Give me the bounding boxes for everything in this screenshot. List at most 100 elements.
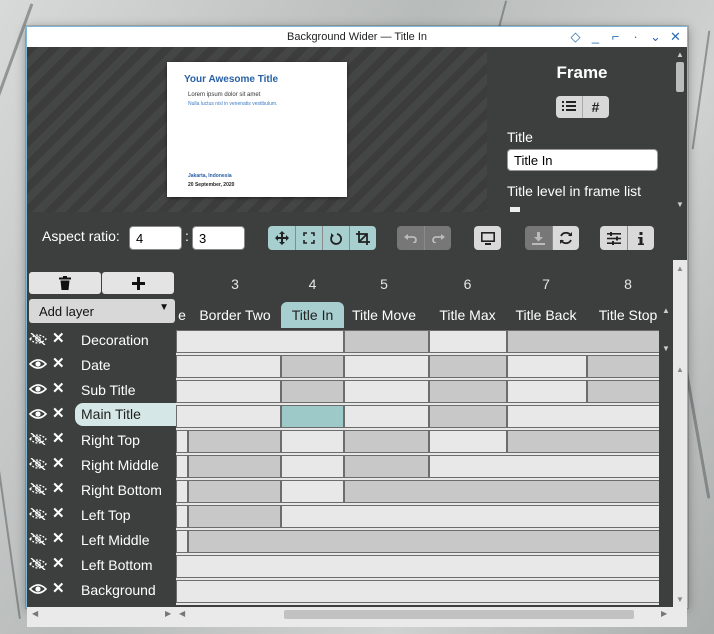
sliders-icon[interactable] bbox=[600, 226, 627, 250]
rotate-icon[interactable] bbox=[322, 226, 349, 250]
layer-row[interactable]: ✕ Background bbox=[27, 577, 176, 602]
timeline-cell[interactable] bbox=[429, 455, 673, 478]
remove-layer-icon[interactable]: ✕ bbox=[52, 579, 65, 597]
timeline-cell[interactable] bbox=[507, 430, 673, 453]
undo-icon[interactable] bbox=[397, 226, 424, 250]
timeline-header-scrollbar[interactable]: ▲ ▼ bbox=[659, 260, 673, 607]
aspect-width-input[interactable] bbox=[129, 226, 182, 250]
frame-tab[interactable]: Title Max bbox=[431, 302, 504, 328]
layer-row[interactable]: ✕ Left Top bbox=[27, 502, 176, 527]
download-icon[interactable] bbox=[525, 226, 552, 250]
timeline-cell[interactable] bbox=[507, 355, 587, 378]
add-layer-dropdown[interactable]: Add layer ▼ bbox=[29, 299, 175, 323]
eye-icon[interactable] bbox=[28, 357, 48, 371]
timeline-cell[interactable] bbox=[429, 430, 507, 453]
timeline-cell[interactable] bbox=[429, 355, 507, 378]
sticky-icon[interactable]: · bbox=[628, 29, 643, 44]
slide-canvas[interactable]: Your Awesome Title Lorem ipsum dolor sit… bbox=[167, 62, 347, 197]
timeline-cell[interactable] bbox=[281, 505, 673, 528]
timeline-cell[interactable] bbox=[188, 480, 281, 503]
timeline-cell[interactable] bbox=[176, 355, 281, 378]
frame-tab[interactable]: Title Move bbox=[344, 302, 424, 328]
timeline-cell[interactable] bbox=[429, 405, 507, 428]
refresh-icon[interactable] bbox=[552, 226, 579, 250]
layers-hscrollbar[interactable]: ◀ ▶ bbox=[27, 607, 176, 622]
timeline-cell[interactable] bbox=[344, 455, 429, 478]
timeline-cell[interactable] bbox=[281, 355, 344, 378]
chevron-down-icon[interactable]: ⌄ bbox=[648, 29, 663, 44]
eye-slash-icon[interactable] bbox=[29, 332, 47, 346]
remove-layer-icon[interactable]: ✕ bbox=[52, 404, 65, 422]
timeline-cell[interactable] bbox=[344, 430, 429, 453]
timeline-cell[interactable] bbox=[176, 430, 188, 453]
timeline-cell[interactable] bbox=[429, 330, 507, 353]
timeline-cell[interactable] bbox=[176, 480, 188, 503]
timeline-cell[interactable] bbox=[507, 380, 587, 403]
timeline-cell[interactable] bbox=[344, 480, 673, 503]
timeline-cell[interactable] bbox=[281, 480, 344, 503]
remove-layer-icon[interactable]: ✕ bbox=[52, 554, 65, 572]
eye-slash-icon[interactable] bbox=[29, 532, 47, 546]
timeline-cell[interactable] bbox=[188, 505, 281, 528]
shade-icon[interactable]: ◇ bbox=[568, 29, 583, 44]
eye-slash-icon[interactable] bbox=[29, 557, 47, 571]
timeline-cell[interactable] bbox=[281, 430, 344, 453]
remove-layer-icon[interactable]: ✕ bbox=[52, 504, 65, 522]
layer-row[interactable]: ✕ Left Middle bbox=[27, 527, 176, 552]
layer-row[interactable]: ✕ Right Bottom bbox=[27, 477, 176, 502]
timeline-cell[interactable] bbox=[344, 330, 429, 353]
minimize-icon[interactable]: _ bbox=[588, 29, 603, 44]
timeline-cell[interactable] bbox=[188, 430, 281, 453]
monitor-icon[interactable] bbox=[474, 226, 501, 250]
eye-icon[interactable] bbox=[28, 382, 48, 396]
delete-layer-button[interactable] bbox=[29, 272, 101, 294]
layer-row[interactable]: ✕ Date bbox=[27, 352, 176, 377]
timeline-cell[interactable] bbox=[176, 555, 673, 578]
timeline-cell[interactable] bbox=[344, 405, 429, 428]
frame-title-input[interactable] bbox=[507, 149, 658, 171]
timeline-cell[interactable] bbox=[281, 380, 344, 403]
timeline-cell[interactable] bbox=[507, 405, 673, 428]
remove-layer-icon[interactable]: ✕ bbox=[52, 429, 65, 447]
eye-icon[interactable] bbox=[28, 407, 48, 421]
timeline-cell[interactable] bbox=[281, 455, 344, 478]
timeline-cell[interactable] bbox=[176, 405, 281, 428]
remove-layer-icon[interactable]: ✕ bbox=[52, 354, 65, 372]
timeline-cell[interactable] bbox=[344, 380, 429, 403]
layer-row[interactable]: ✕ Right Top bbox=[27, 427, 176, 452]
fit-icon[interactable] bbox=[295, 226, 322, 250]
timeline-cell[interactable] bbox=[507, 330, 673, 353]
frame-panel-scrollbar[interactable]: ▲ ▼ bbox=[673, 47, 687, 212]
timeline-cell[interactable] bbox=[344, 355, 429, 378]
close-icon[interactable]: ✕ bbox=[668, 29, 683, 44]
timeline-cell[interactable] bbox=[188, 530, 673, 553]
remove-layer-icon[interactable]: ✕ bbox=[52, 454, 65, 472]
timeline-cell[interactable] bbox=[176, 330, 344, 353]
list-icon[interactable] bbox=[556, 96, 582, 118]
redo-icon[interactable] bbox=[424, 226, 451, 250]
layer-row[interactable]: ✕ Left Bottom bbox=[27, 552, 176, 577]
frame-tab[interactable]: Title In bbox=[281, 302, 344, 328]
timeline-cell[interactable] bbox=[176, 455, 188, 478]
add-layer-plus-button[interactable] bbox=[102, 272, 174, 294]
eye-slash-icon[interactable] bbox=[29, 432, 47, 446]
eye-slash-icon[interactable] bbox=[29, 482, 47, 496]
timeline-cell[interactable] bbox=[281, 405, 344, 428]
timeline-scrollbar[interactable]: ▲ ▲ ▼ bbox=[673, 260, 687, 607]
timeline-cell[interactable] bbox=[188, 455, 281, 478]
window-titlebar[interactable]: Background Wider — Title In ◇ _ ⌐ · ⌄ ✕ bbox=[27, 27, 687, 47]
eye-slash-icon[interactable] bbox=[29, 457, 47, 471]
layer-row[interactable]: ✕ Right Middle bbox=[27, 452, 176, 477]
timeline-hscrollbar[interactable]: ◀ ▶ bbox=[176, 607, 673, 622]
timeline-cell[interactable] bbox=[176, 580, 673, 603]
timeline-cell[interactable] bbox=[429, 380, 507, 403]
layer-row[interactable]: ✕ Main Title bbox=[27, 402, 176, 427]
frame-tab[interactable]: Title Back bbox=[506, 302, 586, 328]
frame-tab[interactable]: Title Stop bbox=[589, 302, 667, 328]
timeline-cell[interactable] bbox=[176, 505, 188, 528]
remove-layer-icon[interactable]: ✕ bbox=[52, 379, 65, 397]
move-icon[interactable] bbox=[268, 226, 295, 250]
eye-icon[interactable] bbox=[28, 582, 48, 596]
info-icon[interactable] bbox=[627, 226, 654, 250]
remove-layer-icon[interactable]: ✕ bbox=[52, 479, 65, 497]
